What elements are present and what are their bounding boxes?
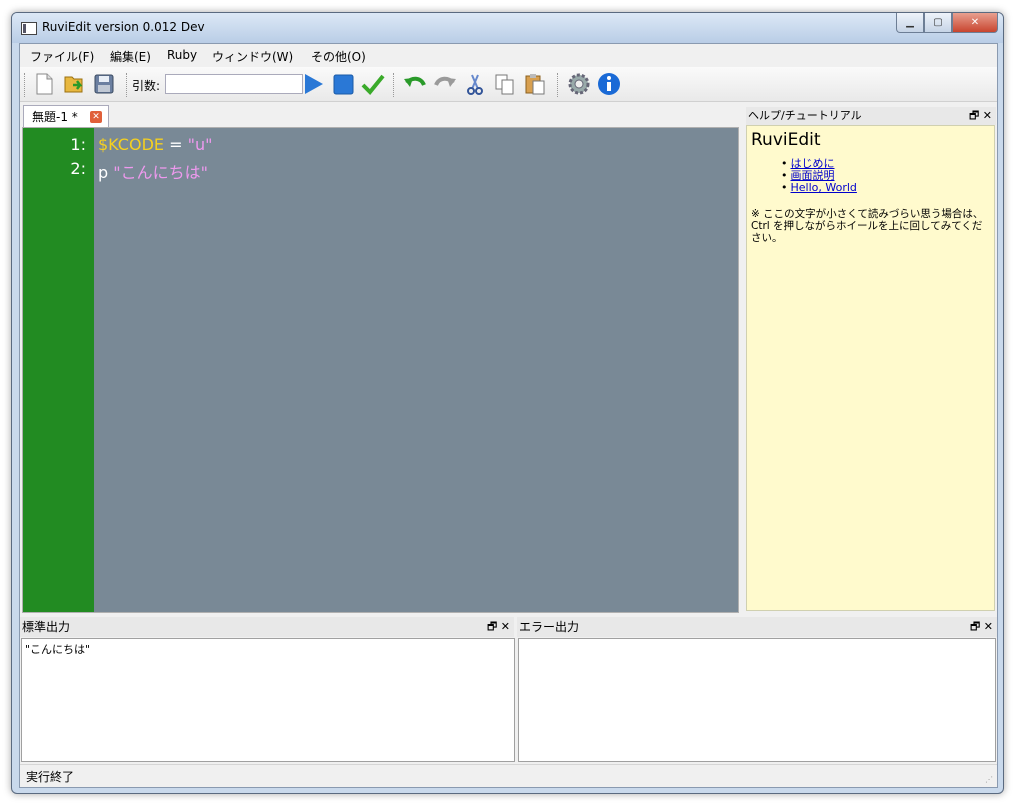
status-bar: 実行終了 ⋰ [20, 764, 997, 787]
window-title: RuviEdit version 0.012 Dev [42, 20, 205, 34]
help-link-list: はじめに 画面説明 Hello, World [781, 158, 857, 194]
tab-untitled-1[interactable]: 無題-1 * ✕ [23, 105, 109, 127]
undo-icon[interactable] [403, 72, 427, 96]
stdout-panel[interactable]: "こんにちは" [21, 638, 515, 762]
list-item: Hello, World [781, 182, 857, 194]
code-line: $KCODE = "u" [98, 135, 212, 154]
new-file-icon[interactable] [32, 72, 56, 96]
toolbar-separator [126, 73, 129, 97]
code-token: p [98, 163, 114, 182]
settings-gear-icon[interactable] [567, 72, 591, 96]
client-area: ファイル(F) 編集(E) Ruby ウィンドウ(W) その他(O) 引数: 無… [19, 43, 998, 788]
stdout-text: "こんにちは" [25, 643, 91, 656]
open-folder-icon[interactable] [62, 72, 86, 96]
code-token: "u" [187, 135, 213, 154]
main-window: RuviEdit version 0.012 Dev ▁ ▢ ✕ ファイル(F)… [11, 12, 1004, 794]
copy-icon[interactable] [493, 72, 517, 96]
tab-label: 無題-1 * [32, 110, 78, 124]
code-token: $KCODE [98, 135, 164, 154]
menu-bar: ファイル(F) 編集(E) Ruby ウィンドウ(W) その他(O) [20, 44, 997, 66]
args-input[interactable] [165, 74, 303, 94]
code-token: = [164, 135, 188, 154]
toolbar-separator [393, 73, 396, 97]
code-editor[interactable]: 1: 2: $KCODE = "u" p "こんにちは" [22, 127, 739, 613]
maximize-button[interactable]: ▢ [924, 13, 952, 33]
menu-ruby[interactable]: Ruby [167, 48, 197, 62]
resize-grip-icon[interactable]: ⋰ [985, 775, 995, 785]
close-button[interactable]: ✕ [952, 13, 998, 33]
toolbar-separator [557, 73, 560, 97]
stdout-title: 標準出力 [22, 620, 71, 634]
status-text: 実行終了 [26, 770, 75, 784]
menu-window[interactable]: ウィンドウ(W) [212, 48, 293, 65]
stdout-panel-header: 標準出力 🗗 ✕ [20, 617, 514, 637]
save-disk-icon[interactable] [92, 72, 116, 96]
args-label: 引数: [132, 79, 161, 93]
menu-file[interactable]: ファイル(F) [30, 48, 94, 65]
code-line: p "こんにちは" [98, 159, 208, 183]
help-panel: RuviEdit はじめに 画面説明 Hello, World ※ ここの文字が… [746, 125, 995, 611]
info-icon[interactable] [597, 72, 621, 96]
dock-close-icon[interactable]: ✕ [984, 620, 993, 633]
help-panel-header: ヘルプ/チュートリアル 🗗 ✕ [746, 107, 996, 125]
code-token: "こんにちは" [113, 163, 208, 182]
toolbar-grip [24, 73, 27, 97]
help-link-hello[interactable]: Hello, World [791, 181, 857, 194]
dock-float-icon[interactable]: 🗗 [487, 620, 497, 633]
menu-other[interactable]: その他(O) [311, 48, 366, 65]
stderr-title: エラー出力 [519, 620, 580, 634]
redo-icon[interactable] [433, 72, 457, 96]
toolbar: 引数: [20, 67, 997, 102]
dock-close-icon[interactable]: ✕ [501, 620, 510, 633]
app-icon [21, 22, 37, 35]
stop-square-icon[interactable] [331, 72, 355, 96]
cut-scissors-icon[interactable] [463, 72, 487, 96]
menu-edit[interactable]: 編集(E) [110, 48, 151, 65]
run-play-icon[interactable] [301, 72, 325, 96]
line-number-gutter: 1: 2: [23, 128, 94, 612]
minimize-button[interactable]: ▁ [896, 13, 924, 33]
dock-float-icon[interactable]: 🗗 [970, 620, 980, 633]
help-panel-title: ヘルプ/チュートリアル [748, 109, 862, 122]
editor-tabstrip: 無題-1 * ✕ [20, 103, 742, 127]
window-controls: ▁ ▢ ✕ [896, 13, 998, 33]
stderr-panel[interactable] [518, 638, 996, 762]
tab-close-icon[interactable]: ✕ [90, 111, 102, 123]
line-number: 2: [70, 159, 86, 178]
help-note: ※ ここの文字が小さくて読みづらい思う場合は、Ctrl を押しながらホイールを上… [751, 208, 984, 244]
check-syntax-icon[interactable] [361, 72, 385, 96]
stderr-panel-header: エラー出力 🗗 ✕ [517, 617, 997, 637]
help-title: RuviEdit [751, 130, 821, 150]
paste-icon[interactable] [523, 72, 547, 96]
title-bar[interactable]: RuviEdit version 0.012 Dev ▁ ▢ ✕ [12, 13, 1003, 43]
line-number: 1: [70, 135, 86, 154]
dock-float-icon[interactable]: 🗗 [969, 109, 979, 122]
dock-close-icon[interactable]: ✕ [983, 109, 992, 122]
